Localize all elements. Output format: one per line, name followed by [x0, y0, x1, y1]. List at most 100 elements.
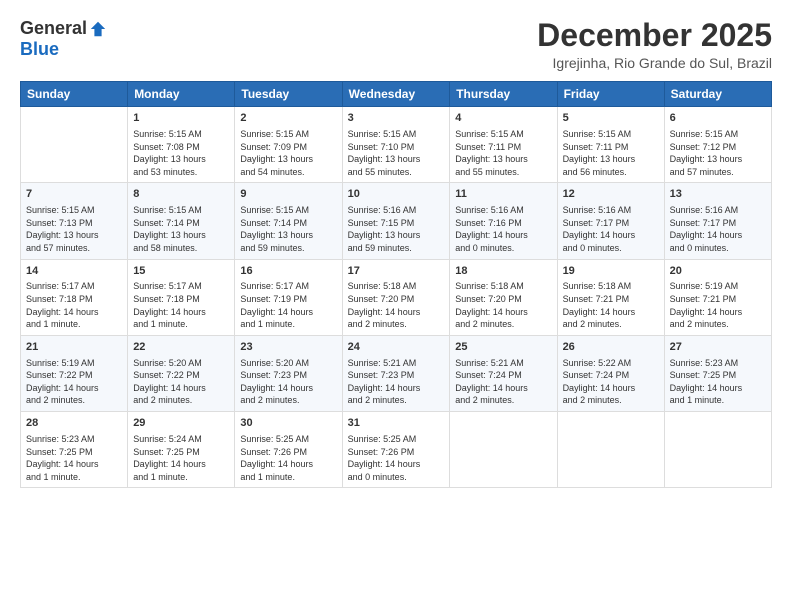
- calendar-cell: 8 Sunrise: 5:15 AMSunset: 7:14 PMDaylight…: [128, 183, 235, 259]
- weekday-header-monday: Monday: [128, 82, 235, 107]
- day-number: 11: [455, 187, 551, 202]
- calendar-cell: 21 Sunrise: 5:19 AMSunset: 7:22 PMDayligh…: [21, 335, 128, 411]
- calendar-cell: 31 Sunrise: 5:25 AMSunset: 7:26 PMDayligh…: [342, 412, 450, 488]
- calendar-cell: 26 Sunrise: 5:22 AMSunset: 7:24 PMDayligh…: [557, 335, 664, 411]
- day-number: 7: [26, 187, 122, 202]
- day-number: 16: [240, 264, 336, 279]
- calendar-cell: 24 Sunrise: 5:21 AMSunset: 7:23 PMDayligh…: [342, 335, 450, 411]
- day-number: 22: [133, 340, 229, 355]
- logo-icon: [89, 20, 107, 38]
- cell-content: Sunrise: 5:16 AMSunset: 7:15 PMDaylight:…: [348, 204, 445, 254]
- day-number: 1: [133, 111, 229, 126]
- logo: General Blue: [20, 18, 107, 60]
- cell-content: Sunrise: 5:19 AMSunset: 7:22 PMDaylight:…: [26, 357, 122, 407]
- cell-content: Sunrise: 5:23 AMSunset: 7:25 PMDaylight:…: [670, 357, 766, 407]
- cell-content: Sunrise: 5:19 AMSunset: 7:21 PMDaylight:…: [670, 280, 766, 330]
- calendar-week-row: 1Sunrise: 5:15 AMSunset: 7:08 PMDaylight…: [21, 107, 772, 183]
- day-number: 20: [670, 264, 766, 279]
- cell-content: Sunrise: 5:17 AMSunset: 7:19 PMDaylight:…: [240, 280, 336, 330]
- calendar-week-row: 28Sunrise: 5:23 AMSunset: 7:25 PMDayligh…: [21, 412, 772, 488]
- calendar-cell: 16Sunrise: 5:17 AMSunset: 7:19 PMDayligh…: [235, 259, 342, 335]
- day-number: 5: [563, 111, 659, 126]
- cell-content: Sunrise: 5:18 AMSunset: 7:20 PMDaylight:…: [455, 280, 551, 330]
- calendar-cell: [450, 412, 557, 488]
- cell-content: Sunrise: 5:15 AMSunset: 7:11 PMDaylight:…: [563, 128, 659, 178]
- calendar-cell: 5 Sunrise: 5:15 AMSunset: 7:11 PMDaylight…: [557, 107, 664, 183]
- calendar-week-row: 21 Sunrise: 5:19 AMSunset: 7:22 PMDayligh…: [21, 335, 772, 411]
- day-number: 19: [563, 264, 659, 279]
- calendar-cell: 7 Sunrise: 5:15 AMSunset: 7:13 PMDaylight…: [21, 183, 128, 259]
- calendar-cell: 29Sunrise: 5:24 AMSunset: 7:25 PMDayligh…: [128, 412, 235, 488]
- cell-content: Sunrise: 5:15 AMSunset: 7:12 PMDaylight:…: [670, 128, 766, 178]
- cell-content: Sunrise: 5:15 AMSunset: 7:14 PMDaylight:…: [133, 204, 229, 254]
- calendar-cell: 10 Sunrise: 5:16 AMSunset: 7:15 PMDayligh…: [342, 183, 450, 259]
- cell-content: Sunrise: 5:15 AMSunset: 7:10 PMDaylight:…: [348, 128, 445, 178]
- cell-content: Sunrise: 5:25 AMSunset: 7:26 PMDaylight:…: [240, 433, 336, 483]
- calendar-cell: 4Sunrise: 5:15 AMSunset: 7:11 PMDaylight…: [450, 107, 557, 183]
- calendar-table: SundayMondayTuesdayWednesdayThursdayFrid…: [20, 81, 772, 488]
- day-number: 15: [133, 264, 229, 279]
- weekday-header-thursday: Thursday: [450, 82, 557, 107]
- calendar-cell: 27 Sunrise: 5:23 AMSunset: 7:25 PMDayligh…: [664, 335, 771, 411]
- day-number: 6: [670, 111, 766, 126]
- cell-content: Sunrise: 5:17 AMSunset: 7:18 PMDaylight:…: [133, 280, 229, 330]
- day-number: 21: [26, 340, 122, 355]
- calendar-cell: 13Sunrise: 5:16 AMSunset: 7:17 PMDayligh…: [664, 183, 771, 259]
- calendar-cell: 18Sunrise: 5:18 AMSunset: 7:20 PMDayligh…: [450, 259, 557, 335]
- calendar-week-row: 7 Sunrise: 5:15 AMSunset: 7:13 PMDaylight…: [21, 183, 772, 259]
- cell-content: Sunrise: 5:18 AMSunset: 7:21 PMDaylight:…: [563, 280, 659, 330]
- cell-content: Sunrise: 5:17 AMSunset: 7:18 PMDaylight:…: [26, 280, 122, 330]
- cell-content: Sunrise: 5:15 AMSunset: 7:11 PMDaylight:…: [455, 128, 551, 178]
- calendar-cell: 6 Sunrise: 5:15 AMSunset: 7:12 PMDaylight…: [664, 107, 771, 183]
- calendar-cell: 12Sunrise: 5:16 AMSunset: 7:17 PMDayligh…: [557, 183, 664, 259]
- day-number: 23: [240, 340, 336, 355]
- cell-content: Sunrise: 5:16 AMSunset: 7:17 PMDaylight:…: [670, 204, 766, 254]
- cell-content: Sunrise: 5:25 AMSunset: 7:26 PMDaylight:…: [348, 433, 445, 483]
- calendar-cell: [664, 412, 771, 488]
- day-number: 27: [670, 340, 766, 355]
- cell-content: Sunrise: 5:21 AMSunset: 7:23 PMDaylight:…: [348, 357, 445, 407]
- calendar-cell: [557, 412, 664, 488]
- weekday-header-saturday: Saturday: [664, 82, 771, 107]
- calendar-cell: 19Sunrise: 5:18 AMSunset: 7:21 PMDayligh…: [557, 259, 664, 335]
- day-number: 30: [240, 416, 336, 431]
- calendar-cell: 22 Sunrise: 5:20 AMSunset: 7:22 PMDayligh…: [128, 335, 235, 411]
- day-number: 31: [348, 416, 445, 431]
- calendar-cell: 1Sunrise: 5:15 AMSunset: 7:08 PMDaylight…: [128, 107, 235, 183]
- weekday-header-sunday: Sunday: [21, 82, 128, 107]
- cell-content: Sunrise: 5:22 AMSunset: 7:24 PMDaylight:…: [563, 357, 659, 407]
- cell-content: Sunrise: 5:16 AMSunset: 7:16 PMDaylight:…: [455, 204, 551, 254]
- calendar-week-row: 14Sunrise: 5:17 AMSunset: 7:18 PMDayligh…: [21, 259, 772, 335]
- cell-content: Sunrise: 5:21 AMSunset: 7:24 PMDaylight:…: [455, 357, 551, 407]
- day-number: 2: [240, 111, 336, 126]
- calendar-cell: 25 Sunrise: 5:21 AMSunset: 7:24 PMDayligh…: [450, 335, 557, 411]
- cell-content: Sunrise: 5:15 AMSunset: 7:14 PMDaylight:…: [240, 204, 336, 254]
- day-number: 10: [348, 187, 445, 202]
- header: General Blue December 2025 Igrejinha, Ri…: [20, 18, 772, 71]
- day-number: 8: [133, 187, 229, 202]
- cell-content: Sunrise: 5:20 AMSunset: 7:22 PMDaylight:…: [133, 357, 229, 407]
- title-block: December 2025 Igrejinha, Rio Grande do S…: [537, 18, 772, 71]
- calendar-cell: 17Sunrise: 5:18 AMSunset: 7:20 PMDayligh…: [342, 259, 450, 335]
- day-number: 28: [26, 416, 122, 431]
- cell-content: Sunrise: 5:15 AMSunset: 7:13 PMDaylight:…: [26, 204, 122, 254]
- calendar-cell: 23 Sunrise: 5:20 AMSunset: 7:23 PMDayligh…: [235, 335, 342, 411]
- cell-content: Sunrise: 5:20 AMSunset: 7:23 PMDaylight:…: [240, 357, 336, 407]
- calendar-cell: 3 Sunrise: 5:15 AMSunset: 7:10 PMDaylight…: [342, 107, 450, 183]
- month-title: December 2025: [537, 18, 772, 53]
- day-number: 25: [455, 340, 551, 355]
- cell-content: Sunrise: 5:15 AMSunset: 7:09 PMDaylight:…: [240, 128, 336, 178]
- day-number: 12: [563, 187, 659, 202]
- day-number: 26: [563, 340, 659, 355]
- weekday-header-tuesday: Tuesday: [235, 82, 342, 107]
- calendar-cell: 20Sunrise: 5:19 AMSunset: 7:21 PMDayligh…: [664, 259, 771, 335]
- day-number: 24: [348, 340, 445, 355]
- day-number: 3: [348, 111, 445, 126]
- logo-general-text: General: [20, 18, 87, 39]
- calendar-cell: 28Sunrise: 5:23 AMSunset: 7:25 PMDayligh…: [21, 412, 128, 488]
- day-number: 18: [455, 264, 551, 279]
- calendar-cell: 9 Sunrise: 5:15 AMSunset: 7:14 PMDaylight…: [235, 183, 342, 259]
- calendar-cell: 11 Sunrise: 5:16 AMSunset: 7:16 PMDayligh…: [450, 183, 557, 259]
- day-number: 9: [240, 187, 336, 202]
- day-number: 17: [348, 264, 445, 279]
